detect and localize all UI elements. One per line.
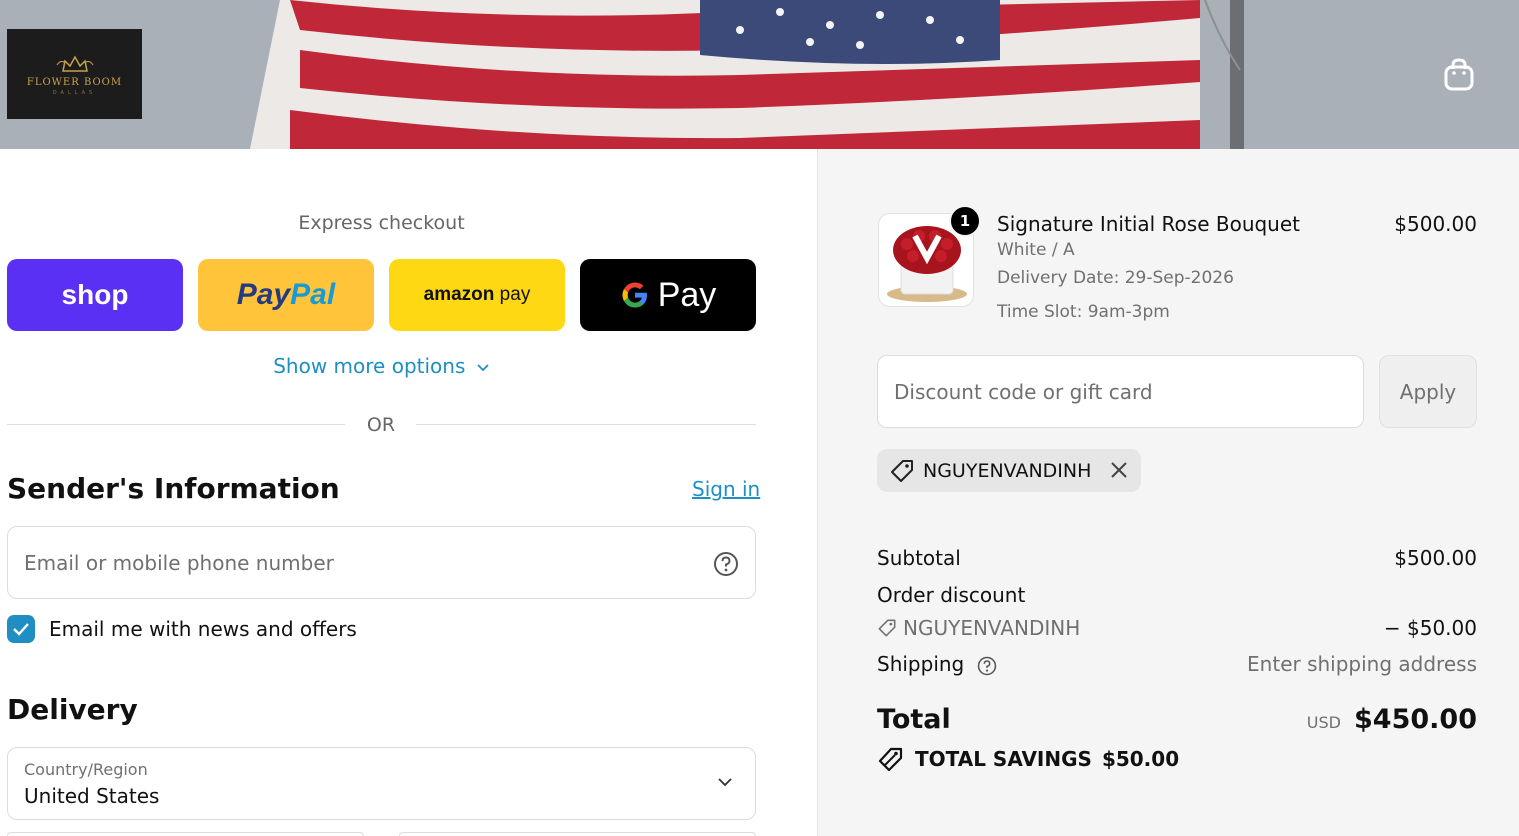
shipping-label-row: Shipping: [877, 652, 997, 676]
discount-code-input[interactable]: Discount code or gift card: [877, 355, 1364, 428]
google-pay-button[interactable]: Pay: [580, 259, 756, 331]
country-region-value: United States: [24, 784, 160, 808]
product-name: Signature Initial Rose Bouquet: [997, 212, 1301, 236]
product-variant: White / A: [997, 240, 1075, 260]
email-phone-field[interactable]: Email or mobile phone number: [7, 526, 756, 599]
applied-discount-code: NGUYENVANDINH: [923, 459, 1092, 482]
header-banner: FLOWER BOOM DALLAS: [0, 0, 1519, 149]
logo-text: FLOWER BOOM: [26, 76, 123, 88]
cart-button[interactable]: [1441, 57, 1477, 93]
total-currency: USD: [1306, 713, 1341, 732]
email-phone-placeholder: Email or mobile phone number: [24, 551, 334, 575]
sign-in-link[interactable]: Sign in: [692, 477, 760, 501]
paypal-button[interactable]: PayPal: [198, 259, 374, 331]
quantity-badge: 1: [949, 205, 981, 237]
order-discount-code-row: NGUYENVANDINH: [877, 616, 1080, 640]
applied-discount-chip: NGUYENVANDINH: [877, 449, 1141, 492]
senders-information-title: Sender's Information: [7, 472, 340, 505]
chevron-down-icon: [718, 778, 732, 787]
delivery-title: Delivery: [7, 693, 138, 726]
shipping-value: Enter shipping address: [1247, 652, 1477, 676]
order-discount-value: − $50.00: [1383, 616, 1477, 640]
newsletter-checkbox[interactable]: [7, 615, 35, 643]
google-pay-label: Pay: [657, 275, 717, 314]
total-value: $450.00: [1354, 704, 1477, 735]
total-amount-row: USD $450.00: [1177, 704, 1477, 735]
total-savings-label: TOTAL SAVINGS: [915, 747, 1092, 771]
first-name-field[interactable]: [7, 832, 364, 836]
tag-icon: [891, 459, 913, 482]
amazon-pay-label: amazon pay: [423, 284, 531, 305]
store-logo[interactable]: FLOWER BOOM DALLAS: [7, 29, 142, 119]
google-g-icon: [622, 282, 647, 308]
shop-pay-button[interactable]: shop: [7, 259, 183, 331]
flag-background-image: [0, 0, 1519, 149]
product-delivery-date: Delivery Date: 29-Sep-2026: [997, 268, 1234, 288]
help-circle-icon[interactable]: [713, 551, 739, 577]
product-price: $500.00: [1394, 212, 1477, 236]
order-discount-label: Order discount: [877, 583, 1026, 607]
divider-line-left: [7, 424, 345, 425]
apply-discount-button[interactable]: Apply: [1379, 355, 1477, 428]
show-more-options-link[interactable]: Show more options: [7, 354, 756, 378]
crown-icon: [56, 54, 93, 72]
subtotal-value: $500.00: [1394, 546, 1477, 570]
shopping-bag-icon: [1444, 58, 1474, 91]
shop-pay-label: shop: [61, 279, 129, 310]
checkmark-icon: [13, 623, 29, 636]
discount-code-placeholder: Discount code or gift card: [894, 380, 1153, 404]
tag-icon: [878, 619, 896, 637]
savings-tag-icon: [878, 747, 903, 772]
country-region-select[interactable]: Country/Region United States: [7, 747, 756, 820]
chevron-down-icon: [477, 363, 489, 371]
or-text: OR: [366, 414, 396, 436]
paypal-label: PayPal: [236, 278, 336, 311]
total-label: Total: [877, 704, 951, 735]
country-region-label: Country/Region: [24, 760, 148, 779]
amazon-pay-button[interactable]: amazon pay: [389, 259, 565, 331]
newsletter-checkbox-row[interactable]: Email me with news and offers: [7, 614, 357, 644]
shipping-label: Shipping: [877, 652, 965, 676]
newsletter-label: Email me with news and offers: [49, 617, 357, 641]
divider-line-right: [416, 424, 756, 425]
show-more-options-label: Show more options: [273, 354, 466, 378]
logo-subtext: DALLAS: [52, 89, 97, 96]
last-name-field[interactable]: [399, 832, 756, 836]
total-savings-row: TOTAL SAVINGS $50.00: [877, 746, 1179, 772]
order-discount-code: NGUYENVANDINH: [903, 616, 1081, 640]
product-time-slot: Time Slot: 9am-3pm: [997, 302, 1170, 322]
or-divider: OR: [7, 414, 756, 438]
express-checkout-title: Express checkout: [298, 212, 465, 234]
subtotal-label: Subtotal: [877, 546, 961, 570]
close-icon[interactable]: [1109, 460, 1129, 480]
total-savings-value: $50.00: [1101, 747, 1180, 771]
help-circle-icon[interactable]: [977, 656, 997, 676]
